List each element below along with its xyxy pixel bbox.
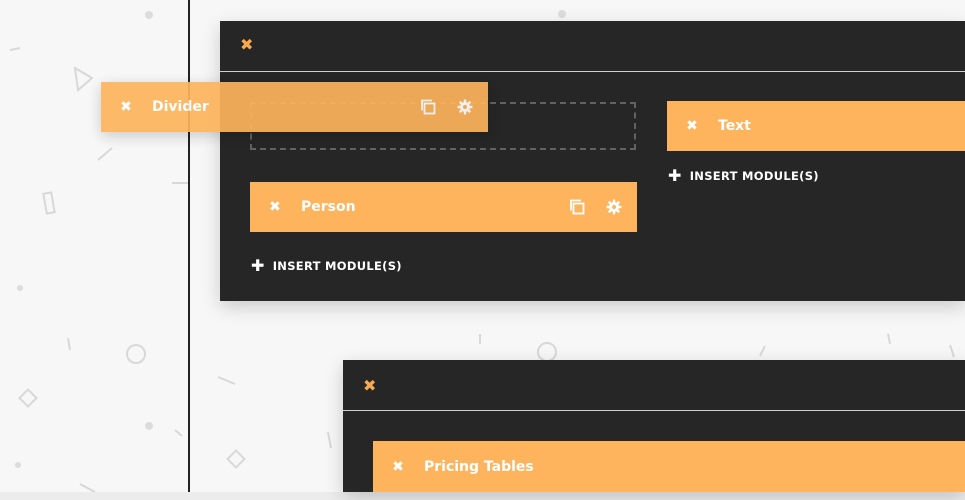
page-bottom-edge [0,492,965,500]
page-guide-line [188,0,190,492]
plus-icon: ✚ [251,256,265,275]
module-label: Person [301,199,356,215]
close-icon: ✖ [120,99,132,115]
module-close-button[interactable]: ✖ [685,118,699,134]
module-divider-dragging[interactable]: ✖ Divider [101,82,488,132]
section-close-button[interactable]: ✖ [363,376,377,395]
insert-modules-label: INSERT MODULE(S) [272,259,402,273]
module-label: Pricing Tables [424,458,534,475]
module-close-button[interactable]: ✖ [268,199,282,215]
section-header-divider [220,71,965,72]
plus-icon: ✚ [668,166,682,185]
close-icon: ✖ [240,35,254,54]
close-icon: ✖ [392,458,404,475]
insert-modules-button[interactable]: ✚ INSERT MODULE(S) [668,166,819,185]
close-icon: ✖ [269,199,281,215]
insert-modules-button[interactable]: ✚ INSERT MODULE(S) [251,256,402,275]
section-header-divider [343,410,965,411]
duplicate-icon[interactable] [419,98,437,116]
duplicate-icon[interactable] [568,198,586,216]
module-close-button[interactable]: ✖ [119,99,133,115]
module-person[interactable]: ✖ Person [250,182,637,232]
module-text[interactable]: ✖ Text [667,101,965,151]
module-pricing-tables[interactable]: ✖ Pricing Tables [373,441,965,492]
close-icon: ✖ [363,376,377,395]
close-icon: ✖ [686,118,698,134]
gear-icon[interactable] [456,98,474,116]
insert-modules-label: INSERT MODULE(S) [689,169,819,183]
gear-icon[interactable] [605,198,623,216]
section-close-button[interactable]: ✖ [240,35,254,54]
module-label: Text [718,118,751,134]
module-label: Divider [152,99,209,115]
module-close-button[interactable]: ✖ [391,459,405,475]
